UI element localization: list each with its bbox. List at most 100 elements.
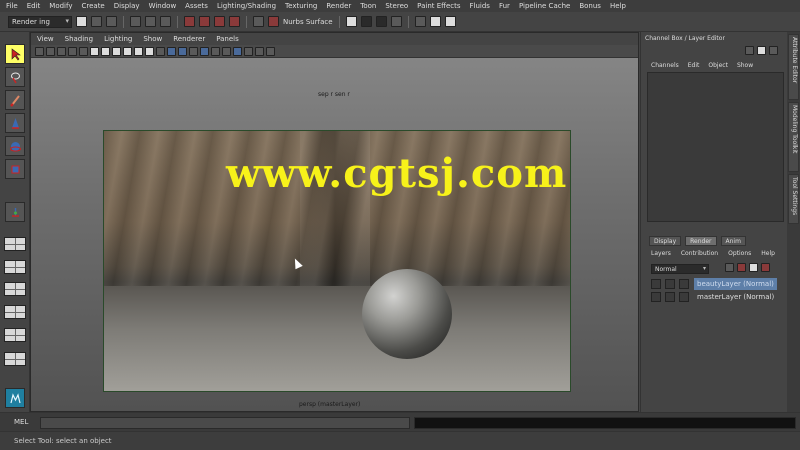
panel-menu-panels[interactable]: Panels [216,35,239,43]
scale-tool[interactable] [5,159,25,179]
select-camera-icon[interactable] [35,46,44,56]
snap-surface-icon[interactable] [229,16,240,27]
layer-menu-contribution[interactable]: Contribution [681,250,718,257]
channel-box-menu-object[interactable]: Object [708,62,728,69]
render-view-icon[interactable] [345,16,357,27]
shadows-icon[interactable] [211,46,220,56]
menu-window[interactable]: Window [149,2,177,10]
high-quality-icon[interactable] [222,46,231,56]
menu-fluids[interactable]: Fluids [470,2,490,10]
blend-mode-select[interactable]: Normal [651,264,709,274]
film-gate-icon[interactable] [90,46,99,56]
menu-lighting-shading[interactable]: Lighting/Shading [217,2,276,10]
channel-box-help-icon[interactable] [757,46,766,55]
layer-type-icon[interactable] [679,279,689,289]
menu-edit[interactable]: Edit [27,2,41,10]
smooth-shade-icon[interactable] [167,46,176,56]
render-current-frame-icon[interactable] [360,16,372,27]
layer-menu-layers[interactable]: Layers [651,250,671,257]
new-layer-selected-icon[interactable] [737,263,746,272]
channel-box-toggle-icon[interactable] [444,16,456,27]
bookmarks-icon[interactable] [57,46,66,56]
menu-create[interactable]: Create [81,2,104,10]
render-view-layer-icon[interactable] [761,263,770,272]
panel-menu-renderer[interactable]: Renderer [173,35,205,43]
move-tool[interactable] [5,113,25,133]
resolution-gate-icon[interactable] [101,46,110,56]
select-by-component-icon[interactable] [160,16,171,27]
menu-render[interactable]: Render [326,2,351,10]
panel-menu-show[interactable]: Show [143,35,162,43]
wireframe-on-shaded-icon[interactable] [178,46,187,56]
attribute-editor-toggle-icon[interactable] [429,16,441,27]
render-toggle-icon[interactable] [651,292,661,302]
panel-menu-shading[interactable]: Shading [65,35,93,43]
safe-action-icon[interactable] [134,46,143,56]
tab-anim[interactable]: Anim [720,236,746,246]
snap-grid-icon[interactable] [184,16,195,27]
channel-box-close-icon[interactable] [769,46,778,55]
layout-four-panes-icon[interactable] [4,260,26,274]
layer-menu-options[interactable]: Options [728,250,751,257]
menu-bonus[interactable]: Bonus [579,2,601,10]
paint-select-tool[interactable] [5,90,25,110]
menu-set-select[interactable]: Render ing [8,15,72,28]
layer-type-icon[interactable] [679,292,689,302]
panel-menu-lighting[interactable]: Lighting [104,35,132,43]
make-live-icon[interactable] [268,16,279,27]
save-scene-icon[interactable] [106,16,117,27]
field-chart-icon[interactable] [123,46,132,56]
snap-curve-icon[interactable] [199,16,210,27]
layout-three-panes-icon[interactable] [4,328,26,342]
channel-box-menu-channels[interactable]: Channels [651,62,679,69]
channel-box-content[interactable] [647,72,784,222]
menu-stereo[interactable]: Stereo [385,2,408,10]
layout-side-by-side-icon[interactable] [4,282,26,296]
3d-viewport[interactable]: sep r sen r www.cgtsj.com [31,58,638,411]
tab-modeling-toolkit[interactable]: Modeling Toolkit [788,102,799,172]
rotate-tool[interactable] [5,136,25,156]
layer-editor-tool[interactable] [5,388,25,408]
open-scene-icon[interactable] [91,16,102,27]
construction-history-icon[interactable] [253,16,264,27]
recycle-icon[interactable] [665,292,675,302]
layer-menu-help[interactable]: Help [761,250,775,257]
channel-box-mode-icon[interactable] [745,46,754,55]
ipr-render-icon[interactable] [375,16,387,27]
layout-single-icon[interactable] [4,237,26,251]
layer-row[interactable]: beautyLayer (Normal) [649,278,787,290]
tab-tool-settings[interactable]: Tool Settings [788,174,799,224]
sphere-object[interactable] [362,269,452,359]
menu-pipeline-cache[interactable]: Pipeline Cache [519,2,570,10]
menu-file[interactable]: File [6,2,18,10]
channel-box-menu-edit[interactable]: Edit [688,62,700,69]
tab-attribute-editor[interactable]: Attribute Editor [788,34,799,100]
manipulator-tool[interactable] [5,202,25,222]
layer-row[interactable]: masterLayer (Normal) [649,291,787,303]
tab-render[interactable]: Render [685,236,717,246]
menu-assets[interactable]: Assets [185,2,208,10]
gate-mask-icon[interactable] [112,46,121,56]
render-settings-icon[interactable] [390,16,402,27]
select-by-hierarchy-icon[interactable] [130,16,141,27]
camera-attributes-icon[interactable] [46,46,55,56]
render-toggle-icon[interactable] [651,279,661,289]
isolate-select-icon[interactable] [266,46,275,56]
menu-help[interactable]: Help [610,2,626,10]
menu-display[interactable]: Display [114,2,140,10]
grid-toggle-icon[interactable] [79,46,88,56]
mel-label[interactable]: MEL [14,418,28,426]
x-ray-joints-icon[interactable] [244,46,253,56]
channel-box-menu-show[interactable]: Show [737,62,753,69]
textured-icon[interactable] [189,46,198,56]
render-settings-layer-icon[interactable] [749,263,758,272]
safe-title-icon[interactable] [145,46,154,56]
sidebar-toggle-icon[interactable] [414,16,426,27]
image-plane-icon[interactable] [68,46,77,56]
menu-modify[interactable]: Modify [49,2,72,10]
new-scene-icon[interactable] [76,16,87,27]
x-ray-icon[interactable] [233,46,242,56]
layout-outliner-icon[interactable] [4,352,26,366]
select-by-object-icon[interactable] [145,16,156,27]
select-tool[interactable] [5,44,25,64]
